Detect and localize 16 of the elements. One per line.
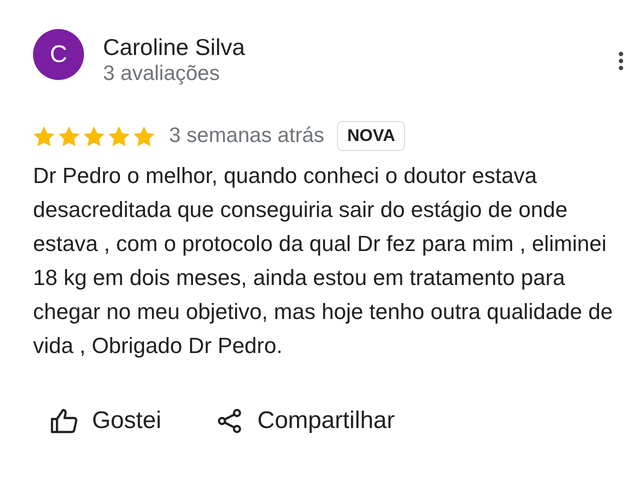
- share-icon: [217, 408, 244, 434]
- new-badge: NOVA: [337, 121, 406, 151]
- review-count: 3 avaliações: [103, 61, 221, 87]
- star-icon: [108, 126, 130, 146]
- share-button[interactable]: Compartilhar: [205, 401, 403, 441]
- star-icon: [133, 126, 155, 146]
- thumbs-up-icon: [50, 408, 78, 434]
- review-text: Dr Pedro o melhor, quando conheci o doutor estava desacreditada que conseguiria sair do estágio de onde estava , com o protocolo da qual Dr fez para mim , eliminei 18 kg em dois meses, ainda estou em tratamento para chegar no meu objetivo, mas hoje tenho outra qualidade de vida , Obrigado Dr Pedro.: [33, 162, 614, 360]
- review-date: 3 semanas atrás: [169, 124, 324, 148]
- star-icon: [83, 126, 105, 146]
- author-name[interactable]: Caroline Silva: [103, 34, 618, 60]
- more-options-icon[interactable]: [618, 51, 624, 71]
- avatar: C: [33, 29, 84, 80]
- like-button[interactable]: Gostei: [38, 401, 170, 441]
- star-icon: [58, 126, 80, 146]
- star-icon: [33, 126, 55, 146]
